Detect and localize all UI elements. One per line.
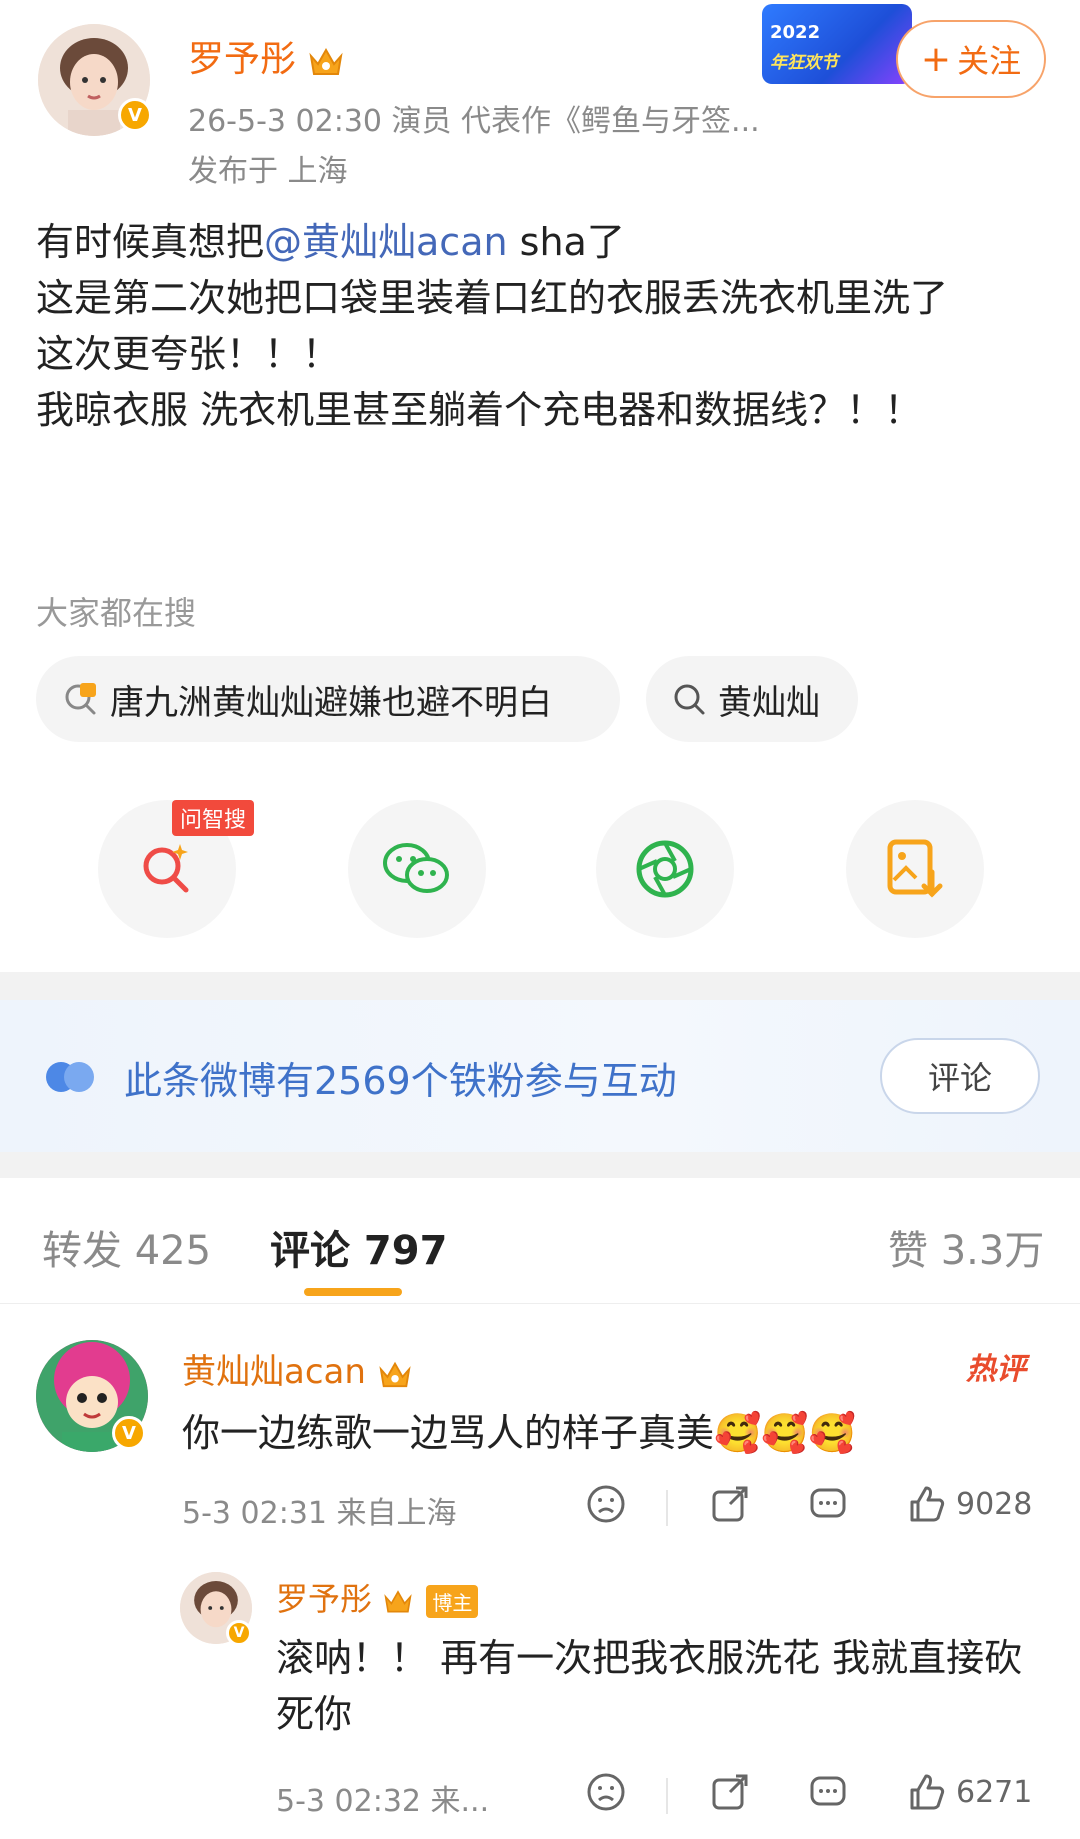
comment-text: 你一边练歌一边骂人的样子真美🥰🥰🥰	[182, 1411, 856, 1455]
banner-text: 年狂欢节	[770, 53, 838, 73]
dislike-button[interactable]	[586, 1484, 626, 1524]
tab-comments[interactable]: 评论 797	[270, 1218, 447, 1276]
post-meta: 26-5-3 02:30 演员 代表作《鳄鱼与牙签...	[188, 104, 760, 139]
trending-search-label: 大家都在搜	[36, 594, 197, 632]
trending-chip-1[interactable]: 唐九洲黄灿灿避嫌也避不明白	[36, 656, 620, 742]
crown-icon	[384, 1590, 412, 1613]
action-divider	[666, 1778, 668, 1814]
author-name[interactable]: 罗予彤	[188, 30, 345, 82]
reply-verified-icon: V	[226, 1620, 252, 1646]
comment-icon	[810, 1776, 846, 1806]
sad-face-icon	[587, 1773, 625, 1811]
reply-button[interactable]	[808, 1484, 848, 1524]
comment-button[interactable]: 评论	[880, 1038, 1040, 1114]
action-divider	[666, 1490, 668, 1526]
post-tabs: 转发 425 评论 797 赞 3.3万	[0, 1178, 1080, 1304]
sad-face-icon	[587, 1485, 625, 1523]
search-icon	[674, 684, 705, 715]
wechat-icon	[383, 843, 449, 893]
commenter-name[interactable]: 黄灿灿acan	[182, 1344, 413, 1393]
festival-banner[interactable]: 2022 年狂欢节	[762, 4, 912, 84]
moments-share-button[interactable]	[596, 800, 734, 938]
hot-comment-badge: 热评	[966, 1352, 1026, 1387]
comment-icon	[810, 1488, 846, 1518]
section-divider-2	[0, 1152, 1080, 1178]
blogger-tag: 博主	[426, 1584, 479, 1618]
like-count: 9028	[956, 1486, 1033, 1522]
reply-like-count: 6271	[956, 1774, 1033, 1810]
wechat-share-button[interactable]	[348, 800, 486, 938]
section-divider	[0, 972, 1080, 1000]
crown-icon	[379, 1361, 411, 1387]
reply-like-button[interactable]: 6271	[906, 1772, 1032, 1812]
hot-search-icon	[65, 683, 96, 715]
active-tab-indicator	[304, 1288, 402, 1296]
save-image-button[interactable]	[846, 800, 984, 938]
reply-text: 滚呐！！ 再有一次把我衣服洗花 我就直接砍死你	[276, 1636, 1023, 1736]
fans-icon	[46, 1060, 96, 1098]
save-image-icon	[887, 839, 943, 898]
ask-ai-tag: 问智搜	[172, 800, 255, 836]
like-button[interactable]: 9028	[906, 1484, 1032, 1524]
ai-search-icon	[143, 844, 189, 893]
crown-icon	[309, 47, 344, 75]
trending-chip-2[interactable]: 黄灿灿	[646, 656, 858, 742]
tab-repost[interactable]: 转发 425	[42, 1218, 211, 1276]
reply-meta: 5-3 02:32 来...	[276, 1784, 490, 1819]
commenter-verified-icon: V	[112, 1416, 146, 1450]
mention-link[interactable]: @黄灿灿acan	[264, 220, 508, 264]
follow-button[interactable]: + 关注	[896, 20, 1046, 98]
reply-author-name[interactable]: 罗予彤 博主	[276, 1574, 479, 1620]
reply-repost-button[interactable]	[710, 1772, 750, 1812]
tab-likes[interactable]: 赞 3.3万	[888, 1218, 1044, 1276]
post-content: 有时候真想把@黄灿灿acan sha了 这是第二次她把口袋里装着口红的衣服丢洗衣…	[36, 220, 949, 432]
comment-meta: 5-3 02:31 来自上海	[182, 1496, 457, 1531]
moments-icon	[636, 840, 694, 898]
repost-button[interactable]	[710, 1484, 750, 1524]
verified-badge-icon: V	[118, 98, 152, 132]
share-icon	[712, 1774, 748, 1810]
reply-dislike-button[interactable]	[586, 1772, 626, 1812]
reply-comment-button[interactable]	[808, 1772, 848, 1812]
post-location: 发布于 上海	[188, 154, 348, 189]
thumbs-up-icon	[910, 1774, 945, 1810]
fans-interaction-text: 此条微博有2569个铁粉参与互动	[124, 1059, 677, 1103]
plus-icon: +	[920, 38, 952, 80]
banner-year: 2022	[770, 22, 821, 43]
share-icon	[712, 1486, 748, 1522]
thumbs-up-icon	[910, 1486, 945, 1522]
